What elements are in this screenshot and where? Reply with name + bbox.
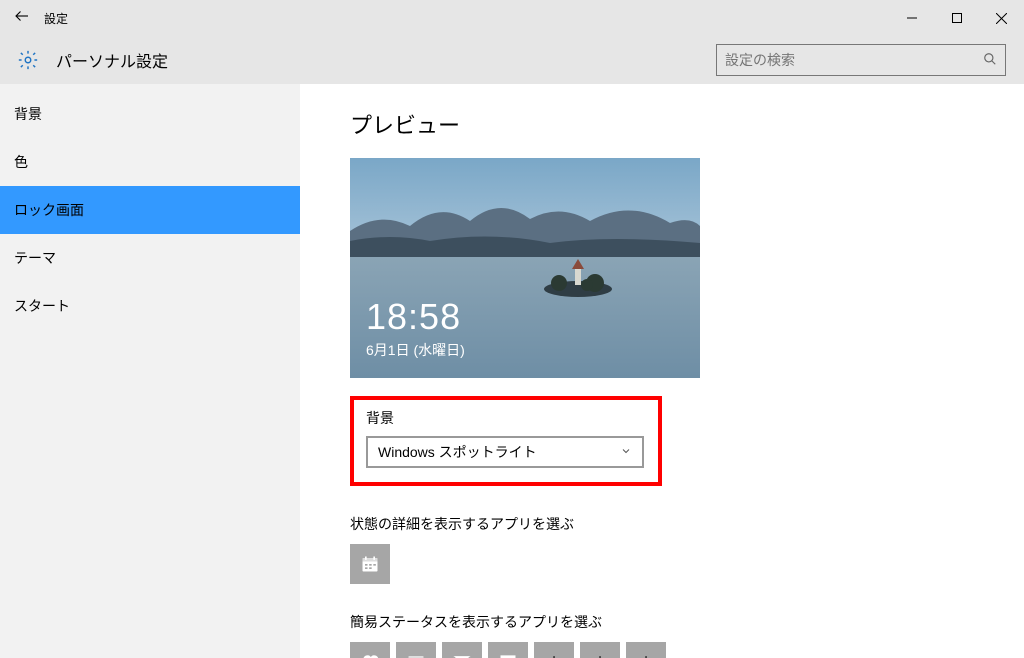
content: プレビュー 18:58 6月1日 [300,84,1024,658]
search-box[interactable] [716,44,1006,76]
window-title: 設定 [44,10,68,27]
calendar-icon [360,554,380,574]
sidebar-item-label: 色 [14,152,28,172]
island-graphic [543,259,613,289]
sidebar-item-background[interactable]: 背景 [0,90,300,138]
quick-app-add-3[interactable]: + [626,642,666,658]
lockscreen-preview: 18:58 6月1日 (水曜日) [350,158,700,378]
plus-icon: + [594,649,607,658]
quick-app-add-2[interactable]: + [580,642,620,658]
titlebar: 設定 [0,0,1024,36]
header: パーソナル設定 [0,36,1024,84]
minimize-button[interactable] [889,3,934,33]
chat-icon [498,652,518,658]
sidebar-item-label: スタート [14,296,70,316]
detail-app-label: 状態の詳細を表示するアプリを選ぶ [350,514,1024,534]
preview-heading: プレビュー [350,108,1024,140]
sidebar-item-label: テーマ [14,248,56,268]
detail-app-row [350,544,1024,584]
gear-icon [14,46,42,74]
sidebar-item-colors[interactable]: 色 [0,138,300,186]
close-button[interactable] [979,3,1024,33]
plus-icon: + [548,649,561,658]
maximize-button[interactable] [934,3,979,33]
quick-app-row: + + + [350,642,1024,658]
dropdown-value: Windows スポットライト [378,442,537,462]
background-label: 背景 [366,408,646,428]
preview-date: 6月1日 (水曜日) [366,340,465,360]
background-highlight-box: 背景 Windows スポットライト [350,396,662,486]
quick-app-tile-mail[interactable] [442,642,482,658]
search-input[interactable] [725,52,983,68]
sidebar: 背景 色 ロック画面 テーマ スタート [0,84,300,658]
preview-time: 18:58 [366,296,461,338]
search-icon [983,52,997,69]
quick-app-tile-alarm[interactable] [350,642,390,658]
back-button[interactable] [0,7,44,30]
heart-monitor-icon [360,652,380,658]
plus-icon: + [640,649,653,658]
quick-app-add-1[interactable]: + [534,642,574,658]
sidebar-item-start[interactable]: スタート [0,282,300,330]
detail-app-tile-calendar[interactable] [350,544,390,584]
header-title: パーソナル設定 [56,48,168,72]
quick-app-tile-calendar[interactable] [396,642,436,658]
chevron-down-icon [620,445,632,460]
sidebar-item-label: ロック画面 [14,200,84,220]
sidebar-item-lockscreen[interactable]: ロック画面 [0,186,300,234]
calendar-icon [406,652,426,658]
quick-app-label: 簡易ステータスを表示するアプリを選ぶ [350,612,1024,632]
background-dropdown[interactable]: Windows スポットライト [366,436,644,468]
sidebar-item-themes[interactable]: テーマ [0,234,300,282]
sidebar-item-label: 背景 [14,104,42,124]
mail-icon [452,652,472,658]
quick-app-tile-messaging[interactable] [488,642,528,658]
